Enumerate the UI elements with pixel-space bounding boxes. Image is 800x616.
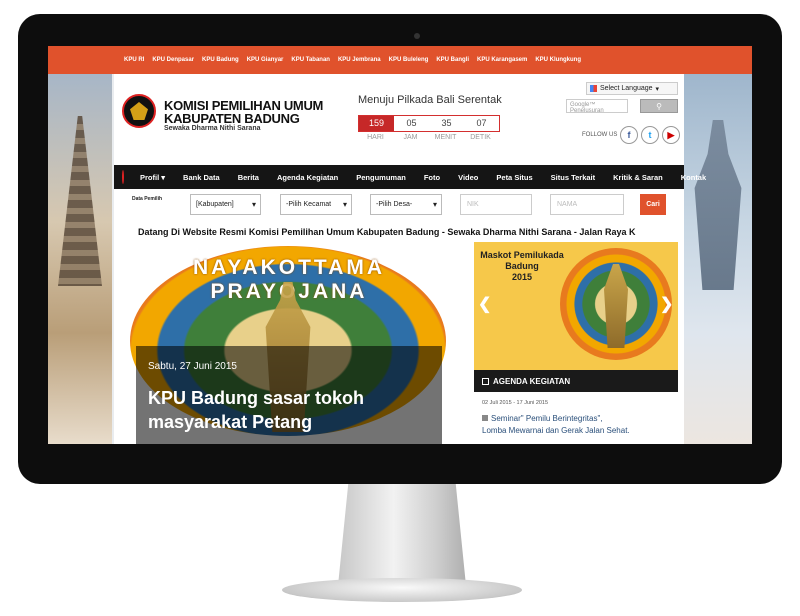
top-link[interactable]: KPU Gianyar [247, 57, 284, 63]
voter-data-filters: Data Pemilih [Kabupaten] -Pilih Kecamat … [114, 189, 684, 221]
top-link[interactable]: KPU Badung [202, 57, 239, 63]
welcome-marquee: Datang Di Website Resmi Komisi Pemilihan… [138, 227, 636, 237]
top-link[interactable]: KPU Tabanan [291, 57, 330, 63]
background-statue-image [682, 74, 752, 444]
countdown-minutes: 35 [441, 118, 452, 128]
hero-date: Sabtu, 27 Juni 2015 [148, 361, 237, 372]
top-links-bar: KPU RI KPU Denpasar KPU Badung KPU Giany… [48, 46, 752, 74]
countdown-label: DETIK [470, 134, 491, 141]
hero-title[interactable]: masyarakat Petang [148, 412, 312, 433]
nav-item-foto[interactable]: Foto [424, 173, 440, 182]
top-link[interactable]: KPU RI [124, 57, 144, 63]
countdown-title: Menuju Pilkada Bali Serentak [358, 94, 502, 106]
cari-button[interactable]: Cari [640, 194, 666, 215]
kpu-logo[interactable] [122, 94, 156, 128]
mascot-title: 2015 [511, 272, 533, 282]
top-link[interactable]: KPU Klungkung [535, 57, 581, 63]
nik-input[interactable]: NIK [460, 194, 532, 215]
agenda-date: 02 Juli 2015 - 17 Juni 2015 [482, 400, 549, 406]
countdown-days: 159 [359, 116, 394, 131]
page-content: KOMISI PEMILIHAN UMUM KABUPATEN BADUNG S… [114, 74, 706, 444]
follow-us-label: FOLLOW US [582, 132, 618, 138]
google-icon [590, 85, 597, 92]
youtube-icon[interactable]: ▶ [662, 126, 680, 144]
bullet-icon [482, 415, 488, 421]
nav-item-kritik-saran[interactable]: Kritik & Saran [613, 173, 663, 182]
top-link[interactable]: KPU Jembrana [338, 57, 381, 63]
main-navigation: Profil ▾ Bank Data Berita Agenda Kegiata… [114, 165, 706, 189]
kabupaten-select[interactable]: [Kabupaten] [190, 194, 261, 215]
nav-item-profil[interactable]: Profil ▾ [140, 173, 165, 182]
agenda-item[interactable]: Seminar" Pemilu Berintegritas", [482, 414, 603, 423]
statue-illustration [694, 120, 742, 290]
kecamatan-select[interactable]: -Pilih Kecamat [280, 194, 352, 215]
mascot-title: Maskot Pemilukada [480, 250, 564, 260]
top-link[interactable]: KPU Denpasar [152, 57, 194, 63]
agenda-title: AGENDA KEGIATAN [493, 376, 571, 386]
language-select-label: Select Language [600, 85, 653, 92]
nav-item-berita[interactable]: Berita [238, 173, 259, 182]
nav-item-video[interactable]: Video [458, 173, 478, 182]
garuda-emblem-icon [130, 102, 148, 120]
nama-input[interactable]: NAMA [550, 194, 624, 215]
monitor-stand-base [282, 578, 522, 602]
chevron-down-icon: ▾ [655, 85, 660, 93]
countdown-hours: 05 [406, 118, 417, 128]
nav-home-logo-icon[interactable] [122, 170, 124, 184]
hero-slider[interactable]: NAYAKOTTAMA PRAYOJANA Sabtu, 27 Juni 201… [126, 242, 452, 444]
voter-data-label: Data Pemilih [132, 196, 163, 202]
background-temple-image [48, 74, 112, 444]
nav-item-pengumuman[interactable]: Pengumuman [356, 173, 406, 182]
nav-item-bank-data[interactable]: Bank Data [183, 173, 220, 182]
nav-item-peta-situs[interactable]: Peta Situs [496, 173, 532, 182]
hero-title[interactable]: KPU Badung sasar tokoh [148, 388, 364, 409]
nav-item-agenda[interactable]: Agenda Kegiatan [277, 173, 338, 182]
search-input[interactable]: Google™ Penelusuran [566, 99, 628, 114]
monitor-stand-neck [338, 484, 466, 584]
facebook-icon[interactable]: f [620, 126, 638, 144]
countdown-label: MENIT [434, 134, 457, 141]
countdown-seconds: 07 [476, 118, 487, 128]
language-select[interactable]: Select Language ▾ [586, 82, 678, 95]
nav-item-situs-terkait[interactable]: Situs Terkait [551, 173, 595, 182]
twitter-icon[interactable]: t [641, 126, 659, 144]
mascot-title: Badung [505, 261, 539, 271]
agenda-item-text[interactable]: Lomba Mewarnai dan Gerak Jalan Sehat. [482, 426, 630, 435]
webcam [414, 33, 420, 39]
desa-select[interactable]: -Pilih Desa- [370, 194, 442, 215]
top-link[interactable]: KPU Buleleng [389, 57, 429, 63]
org-tagline: Sewaka Dharma Nithi Sarana [164, 125, 261, 132]
mascot-slider[interactable]: Maskot Pemilukada Badung 2015 ❮ ❯ [474, 242, 678, 370]
org-name-line2: KABUPATEN BADUNG [164, 111, 300, 126]
countdown-values: 159 05 35 07 [358, 115, 500, 132]
screen: KPU RI KPU Denpasar KPU Badung KPU Giany… [48, 46, 752, 444]
search-icon: ⚲ [656, 101, 662, 111]
chevron-left-icon[interactable]: ❮ [478, 294, 491, 314]
countdown-label: JAM [403, 134, 418, 141]
pagoda-illustration [58, 116, 102, 286]
top-link[interactable]: KPU Bangli [436, 57, 469, 63]
countdown-label: HARI [367, 134, 384, 141]
calendar-icon [482, 377, 489, 385]
chevron-right-icon[interactable]: ❯ [660, 294, 673, 314]
countdown-labels: HARI JAM MENIT DETIK [358, 134, 498, 141]
search-button[interactable]: ⚲ [640, 99, 678, 113]
agenda-header: AGENDA KEGIATAN [474, 370, 678, 392]
agenda-item-text: Seminar" Pemilu Berintegritas", [491, 414, 603, 423]
nav-item-kontak[interactable]: Kontak [681, 173, 706, 182]
top-link[interactable]: KPU Karangasem [477, 57, 527, 63]
